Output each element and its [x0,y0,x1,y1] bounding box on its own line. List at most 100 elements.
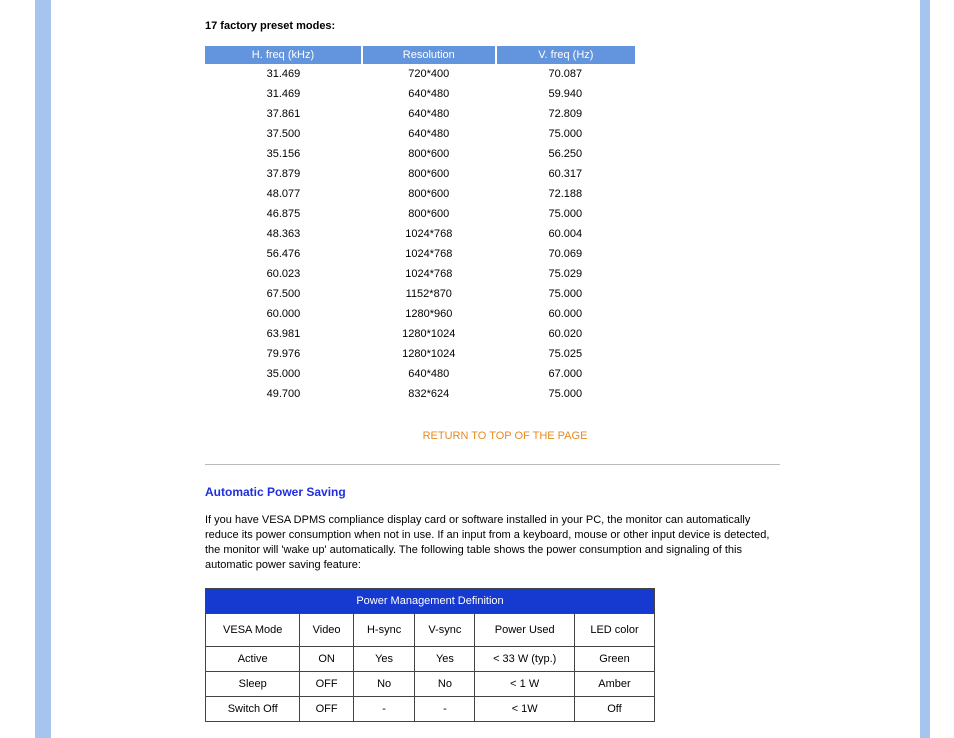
table-row: 31.469640*48059.940 [205,84,635,104]
col-resolution: Resolution [362,46,496,64]
cell: < 1 W [475,672,575,697]
cell: 48.077 [205,184,362,204]
table-row: 49.700832*62475.000 [205,384,635,404]
pm-header-row: VESA Mode Video H-sync V-sync Power Used… [206,614,655,647]
cell: Yes [353,647,415,672]
cell: Yes [415,647,475,672]
cell: 832*624 [362,384,496,404]
table-row: 35.000640*48067.000 [205,364,635,384]
table-row: 48.3631024*76860.004 [205,224,635,244]
separator [205,464,780,465]
cell: OFF [300,672,353,697]
cell: Active [206,647,300,672]
content-area: 17 factory preset modes: H. freq (kHz) R… [205,20,805,722]
table-row: ActiveONYesYes< 33 W (typ.)Green [206,647,655,672]
page: 17 factory preset modes: H. freq (kHz) R… [0,0,954,738]
table-row: SleepOFFNoNo< 1 WAmber [206,672,655,697]
cell: 48.363 [205,224,362,244]
preset-modes-table: H. freq (kHz) Resolution V. freq (Hz) 31… [205,46,635,404]
table-row: 35.156800*60056.250 [205,144,635,164]
cell: 75.000 [496,204,635,224]
table-row: 46.875800*60075.000 [205,204,635,224]
cell: 37.879 [205,164,362,184]
cell: 1152*870 [362,284,496,304]
cell: 59.940 [496,84,635,104]
cell: 75.000 [496,384,635,404]
pm-title-row: Power Management Definition [206,589,655,614]
cell: Switch Off [206,697,300,722]
preset-header-row: H. freq (kHz) Resolution V. freq (Hz) [205,46,635,64]
table-row: 37.861640*48072.809 [205,104,635,124]
cell: 1280*960 [362,304,496,324]
cell: 800*600 [362,204,496,224]
power-saving-title: Automatic Power Saving [205,485,805,499]
cell: 800*600 [362,184,496,204]
pm-col-power: Power Used [475,614,575,647]
cell: 67.500 [205,284,362,304]
cell: 63.981 [205,324,362,344]
cell: 1024*768 [362,264,496,284]
cell: Amber [574,672,654,697]
table-row: 56.4761024*76870.069 [205,244,635,264]
cell: 67.000 [496,364,635,384]
cell: 60.004 [496,224,635,244]
preset-heading: 17 factory preset modes: [205,20,805,32]
cell: - [353,697,415,722]
cell: 70.087 [496,64,635,84]
cell: 60.000 [205,304,362,324]
cell: 31.469 [205,64,362,84]
cell: 640*480 [362,104,496,124]
cell: 46.875 [205,204,362,224]
table-row: 60.0001280*96060.000 [205,304,635,324]
cell: 56.476 [205,244,362,264]
cell: 60.000 [496,304,635,324]
table-row: 37.879800*60060.317 [205,164,635,184]
cell: Sleep [206,672,300,697]
cell: 75.000 [496,124,635,144]
table-row: 67.5001152*87075.000 [205,284,635,304]
table-row: 48.077800*60072.188 [205,184,635,204]
cell: Off [574,697,654,722]
power-saving-paragraph: If you have VESA DPMS compliance display… [205,513,780,572]
cell: 35.000 [205,364,362,384]
cell: 56.250 [496,144,635,164]
return-to-top-link[interactable]: RETURN TO TOP OF THE PAGE [205,430,805,442]
cell: 1280*1024 [362,324,496,344]
cell: 640*480 [362,364,496,384]
cell: 800*600 [362,144,496,164]
cell: ON [300,647,353,672]
cell: 70.069 [496,244,635,264]
cell: 75.025 [496,344,635,364]
pm-col-mode: VESA Mode [206,614,300,647]
cell: 37.861 [205,104,362,124]
cell: 800*600 [362,164,496,184]
table-row: 60.0231024*76875.029 [205,264,635,284]
cell: 1280*1024 [362,344,496,364]
col-hfreq: H. freq (kHz) [205,46,362,64]
cell: 37.500 [205,124,362,144]
cell: 35.156 [205,144,362,164]
right-decoration-bar [920,0,930,738]
cell: 640*480 [362,84,496,104]
pm-title-cell: Power Management Definition [206,589,655,614]
cell: 1024*768 [362,244,496,264]
table-row: Switch OffOFF--< 1WOff [206,697,655,722]
cell: < 1W [475,697,575,722]
cell: - [415,697,475,722]
cell: 1024*768 [362,224,496,244]
col-vfreq: V. freq (Hz) [496,46,635,64]
pm-col-vsync: V-sync [415,614,475,647]
cell: 72.188 [496,184,635,204]
cell: No [415,672,475,697]
left-decoration-bar [35,0,51,738]
table-row: 63.9811280*102460.020 [205,324,635,344]
cell: 75.029 [496,264,635,284]
cell: 79.976 [205,344,362,364]
cell: 49.700 [205,384,362,404]
cell: No [353,672,415,697]
table-row: 79.9761280*102475.025 [205,344,635,364]
cell: 75.000 [496,284,635,304]
cell: 720*400 [362,64,496,84]
cell: 60.023 [205,264,362,284]
cell: 640*480 [362,124,496,144]
